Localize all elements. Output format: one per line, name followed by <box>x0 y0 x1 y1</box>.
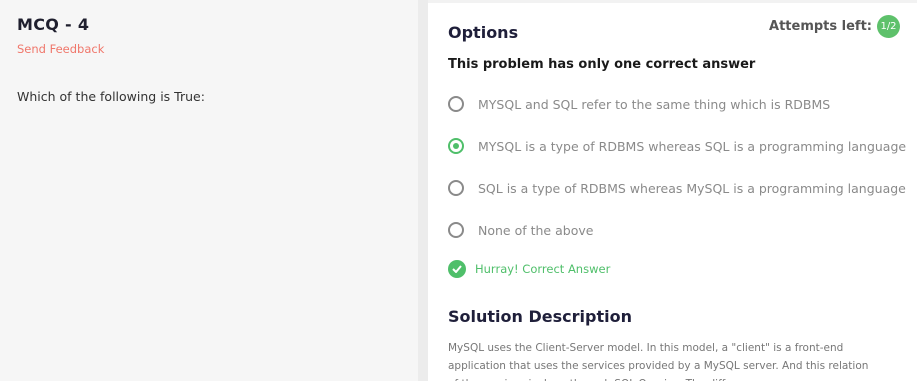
problem-panel: MCQ - 4 Send Feedback Which of the follo… <box>0 0 418 381</box>
option-3[interactable]: SQL is a type of RDBMS whereas MySQL is … <box>448 177 906 199</box>
solution-text: MySQL uses the Client-Server model. In t… <box>448 342 869 381</box>
answer-instruction: This problem has only one correct answer <box>448 57 756 72</box>
solution-heading: Solution Description <box>448 307 632 326</box>
option-4[interactable]: None of the above <box>448 219 593 241</box>
attempts-label: Attempts left: <box>769 19 872 34</box>
send-feedback-link[interactable]: Send Feedback <box>17 42 104 56</box>
radio-button[interactable] <box>448 180 464 196</box>
panel-divider[interactable] <box>418 0 428 381</box>
option-label: MYSQL is a type of RDBMS whereas SQL is … <box>478 138 907 154</box>
option-1[interactable]: MYSQL and SQL refer to the same thing wh… <box>448 93 830 115</box>
options-panel: Options Attempts left: 1/2 This problem … <box>428 3 917 381</box>
radio-button[interactable] <box>448 222 464 238</box>
question-text: Which of the following is True: <box>17 89 205 104</box>
result-text: Hurray! Correct Answer <box>475 262 611 276</box>
option-2[interactable]: MYSQL is a type of RDBMS whereas SQL is … <box>448 135 906 157</box>
check-circle-icon <box>448 260 466 278</box>
attempts-badge: 1/2 <box>877 15 900 38</box>
options-heading: Options <box>448 23 519 42</box>
radio-button-selected[interactable] <box>448 138 464 154</box>
problem-title: MCQ - 4 <box>17 15 90 34</box>
radio-button[interactable] <box>448 96 464 112</box>
option-label: SQL is a type of RDBMS whereas MySQL is … <box>478 180 906 196</box>
option-label: MYSQL and SQL refer to the same thing wh… <box>478 96 831 112</box>
result-message: Hurray! Correct Answer <box>448 260 610 278</box>
attempts-indicator: Attempts left: 1/2 <box>769 15 900 38</box>
option-label: None of the above <box>478 222 594 238</box>
